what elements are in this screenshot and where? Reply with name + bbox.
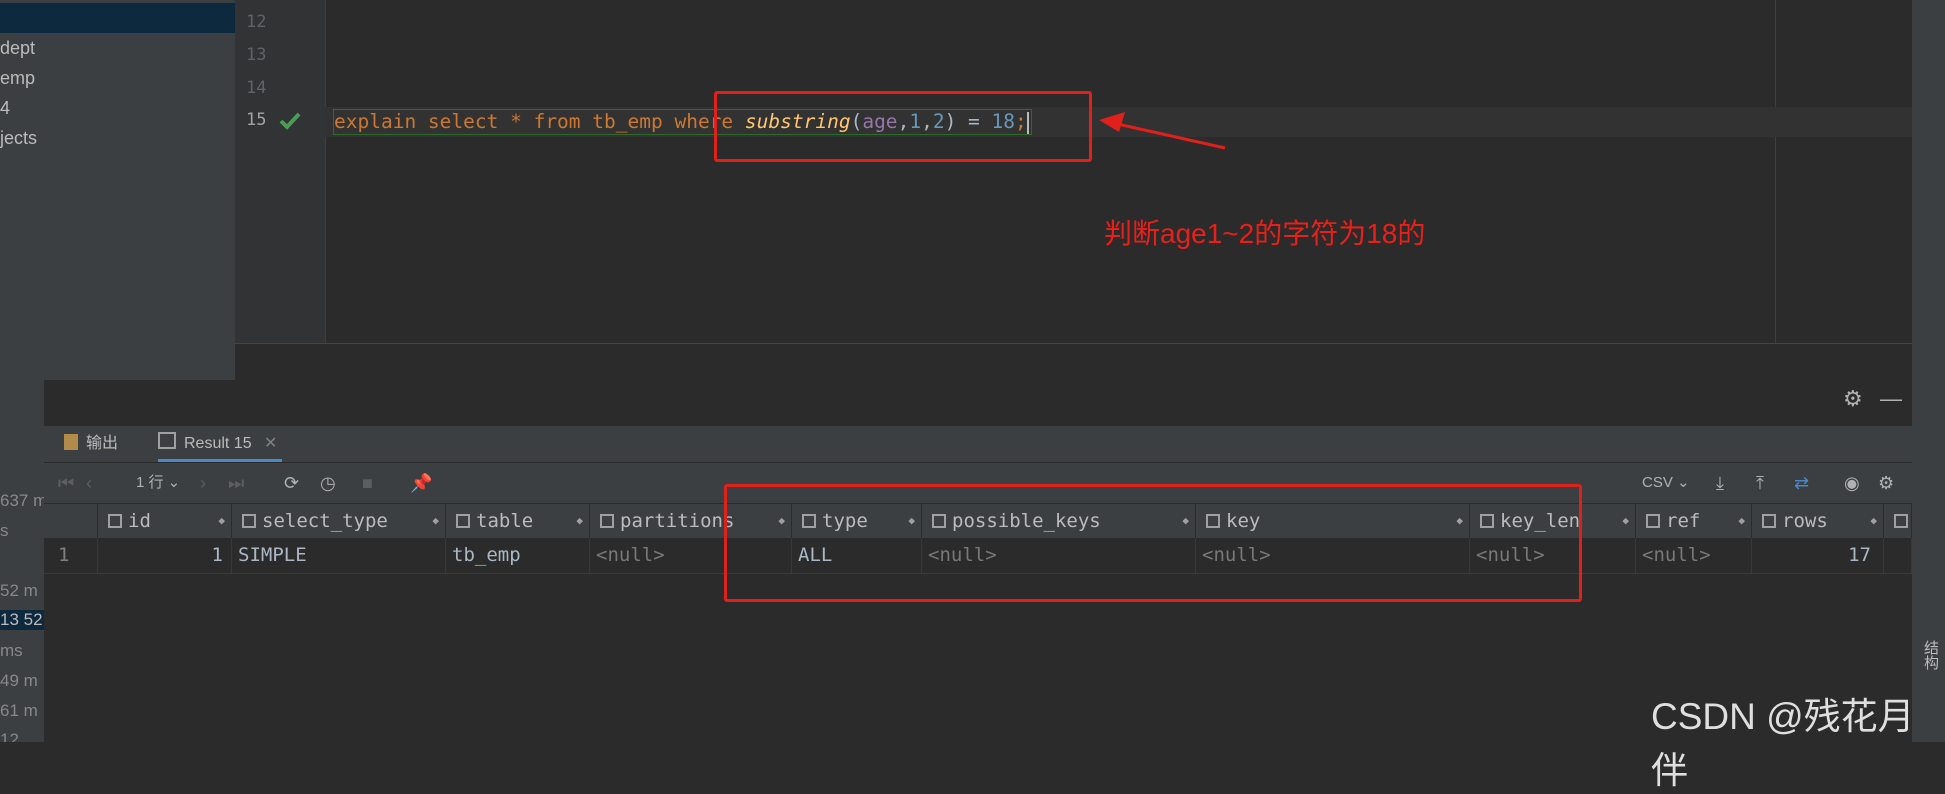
service-item[interactable]: 61 m (0, 701, 38, 721)
close-icon[interactable]: ✕ (264, 435, 277, 452)
column-header-table[interactable]: table ◆ (446, 504, 590, 538)
sql-editor[interactable] (325, 0, 1912, 343)
annotation-box-code (714, 91, 1092, 162)
code-keywords: explain select * from tb_emp where (334, 110, 745, 133)
column-header-filtered[interactable]: fi (1884, 504, 1912, 538)
tree-item-4[interactable]: 4 (0, 98, 10, 119)
tab-result-15[interactable]: Result 15 ✕ (158, 426, 282, 462)
line-number: 12 (246, 12, 267, 32)
tree-selected-row[interactable] (0, 3, 235, 33)
annotation-box-result (724, 484, 1582, 602)
column-header-rows[interactable]: rows ◆ (1752, 504, 1884, 538)
tree-item-jects[interactable]: jects (0, 128, 37, 149)
line-number: 13 (246, 45, 267, 65)
download-icon[interactable]: ⤓ (1716, 471, 1724, 495)
services-tree: 637 m s 52 m 13 52 ms 49 m 61 m 12 (0, 380, 44, 742)
column-header-id[interactable]: id ◆ (98, 504, 232, 538)
first-page-icon[interactable]: ⏮ (58, 471, 74, 495)
project-tree: dept emp 4 jects (0, 0, 235, 380)
table-icon (158, 432, 176, 449)
upload-icon[interactable]: ⤒ (1756, 471, 1764, 495)
result-tabs: 输出 Result 15 ✕ (44, 426, 1912, 463)
line-number: 15 (246, 110, 267, 130)
csdn-watermark: CSDN @残花月伴 (1651, 696, 1915, 791)
next-page-icon[interactable]: › (200, 471, 206, 495)
check-icon (279, 112, 301, 130)
cell-ref[interactable]: <null> (1636, 538, 1752, 573)
tab-output-label: 输出 (86, 435, 119, 452)
service-item[interactable]: s (0, 521, 9, 541)
structure-tab[interactable]: 结构 (1920, 640, 1941, 670)
refresh-icon[interactable]: ⟳ (284, 471, 299, 495)
editor-footer (235, 343, 1912, 381)
service-item[interactable]: 12 (0, 730, 19, 742)
gear-icon[interactable]: ⚙ (1843, 386, 1863, 412)
last-page-icon[interactable]: ⏭ (228, 471, 244, 495)
cell-filtered[interactable] (1884, 538, 1912, 573)
row-number-header (44, 504, 98, 538)
page-size-select[interactable]: 1 行 ⌄ (136, 471, 180, 495)
service-item[interactable]: 52 m (0, 581, 38, 601)
cell-select-type[interactable]: SIMPLE (232, 538, 446, 573)
service-item[interactable]: 637 m (0, 491, 44, 511)
cell-rows[interactable]: 17 (1752, 538, 1884, 573)
column-header-select-type[interactable]: select_type ◆ (232, 504, 446, 538)
annotation-text: 判断age1~2的字符为18的 (1104, 218, 1426, 249)
service-item[interactable]: 49 m (0, 671, 38, 691)
service-item-selected[interactable]: 13 52 (0, 610, 44, 630)
column-header-ref[interactable]: ref ◆ (1636, 504, 1752, 538)
compare-icon[interactable]: ⇄ (1794, 471, 1809, 495)
annotation-arrow (1099, 112, 1226, 150)
service-item[interactable]: ms (0, 641, 23, 661)
right-tool-strip: 结构 (1912, 0, 1945, 742)
row-number: 1 (44, 538, 98, 573)
prev-page-icon[interactable]: ‹ (86, 471, 92, 495)
history-icon[interactable]: ◷ (320, 471, 336, 495)
pin-icon[interactable]: 📌 (410, 471, 432, 495)
settings-icon[interactable]: ⚙ (1878, 471, 1894, 495)
output-icon (64, 434, 78, 450)
tree-item-emp[interactable]: emp (0, 68, 35, 89)
minimize-icon[interactable]: — (1880, 386, 1902, 412)
tab-result-label: Result 15 (184, 435, 252, 452)
cell-id[interactable]: 1 (98, 538, 232, 573)
tab-output[interactable]: 输出 (64, 426, 134, 462)
line-number: 14 (246, 78, 267, 98)
export-format-select[interactable]: CSV ⌄ (1642, 471, 1690, 495)
cell-table[interactable]: tb_emp (446, 538, 590, 573)
stop-icon[interactable]: ■ (362, 471, 373, 495)
view-eye-icon[interactable]: ◉ (1844, 471, 1860, 495)
tree-item-dept[interactable]: dept (0, 38, 35, 59)
